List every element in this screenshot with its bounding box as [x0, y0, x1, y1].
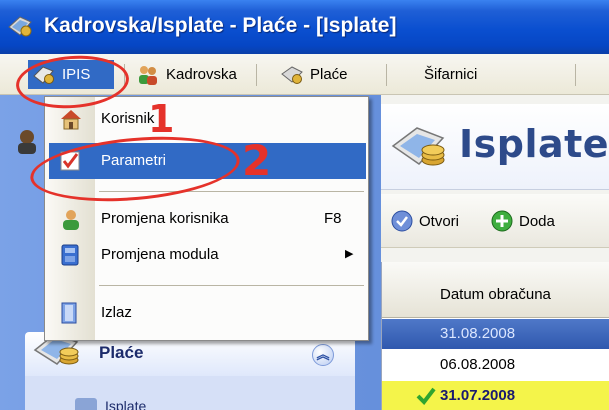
place-panel-title: Plaće — [99, 343, 144, 362]
collapse-button[interactable]: ︽ — [312, 344, 334, 366]
menu-kadrovska[interactable]: Kadrovska — [136, 60, 237, 89]
exit-icon — [61, 302, 77, 324]
table-row[interactable]: 31.08.2008 — [382, 319, 609, 349]
annotation-number-1: 1 — [148, 97, 175, 141]
money-icon — [281, 65, 303, 84]
column-header-datum-obracuna[interactable]: Datum obračuna — [440, 286, 551, 303]
menu-sifarnici[interactable]: Šifarnici — [424, 60, 477, 89]
open-button[interactable]: Otvori — [391, 208, 459, 234]
annotation-number-2: 2 — [242, 136, 272, 185]
isplate-grid: Datum obračuna 31.08.2008 06.08.2008 31.… — [381, 262, 609, 410]
menu-item-promjena-korisnika-label: Promjena korisnika — [101, 210, 229, 227]
menu-kadrovska-label: Kadrovska — [166, 66, 237, 83]
add-button-label: Doda — [519, 212, 555, 230]
menu-item-promjena-modula-label: Promjena modula — [101, 246, 219, 263]
table-row[interactable]: 31.07.2008 — [382, 381, 609, 410]
menu-item-promjena-korisnika[interactable]: Promjena korisnika F8 — [49, 201, 366, 237]
menu-separator — [256, 64, 257, 86]
menu-item-korisnik[interactable]: Korisnik — [49, 101, 366, 137]
add-button[interactable]: Doda — [491, 208, 555, 234]
module-icon — [61, 244, 79, 266]
menu-item-izlaz[interactable]: Izlaz — [49, 295, 366, 331]
menu-item-izlaz-label: Izlaz — [101, 304, 132, 321]
plus-circle-icon — [491, 210, 513, 232]
people-icon — [139, 65, 157, 85]
shortcut-f8: F8 — [324, 210, 342, 227]
document-icon — [75, 398, 97, 410]
cell-date: 06.08.2008 — [440, 356, 516, 373]
toolbar: Otvori Doda — [381, 194, 609, 248]
title-bar: Kadrovska/Isplate - Plaće - [Isplate] — [0, 0, 609, 54]
content-header: Isplate — [381, 104, 609, 190]
page-title: Isplate — [459, 122, 609, 166]
user-icon — [63, 210, 79, 230]
menu-separator — [99, 285, 364, 286]
menu-place-label: Plaće — [310, 66, 348, 83]
window-title: Kadrovska/Isplate - Plaće - [Isplate] — [44, 14, 397, 37]
checkmark-icon — [416, 387, 436, 405]
check-circle-icon — [391, 210, 413, 232]
money-icon — [391, 127, 445, 166]
home-icon — [61, 110, 81, 130]
cell-date: 31.07.2008 — [440, 387, 516, 404]
menu-item-korisnik-label: Korisnik — [101, 110, 155, 127]
menu-sifarnici-label: Šifarnici — [424, 66, 478, 83]
grid-header: Datum obračuna — [382, 262, 609, 318]
user-icon-partial — [18, 130, 36, 154]
cell-date: 31.08.2008 — [440, 325, 516, 342]
menu-separator — [386, 64, 387, 86]
table-row[interactable]: 06.08.2008 — [382, 350, 609, 380]
chevron-up-icon: ︽ — [316, 347, 330, 362]
panel-item-isplate[interactable]: Isplate — [105, 398, 146, 410]
place-panel-body: Isplate — [25, 376, 355, 410]
open-button-label: Otvori — [419, 212, 460, 230]
submenu-arrow-icon: ▶ — [345, 248, 354, 260]
app-icon — [8, 16, 32, 37]
menu-item-promjena-modula[interactable]: Promjena modula ▶ — [49, 237, 366, 273]
menu-separator — [575, 64, 576, 86]
menu-place[interactable]: Plaće — [280, 60, 348, 89]
ipis-dropdown-menu: Korisnik Parametri Promjena korisnika F8… — [44, 96, 369, 341]
